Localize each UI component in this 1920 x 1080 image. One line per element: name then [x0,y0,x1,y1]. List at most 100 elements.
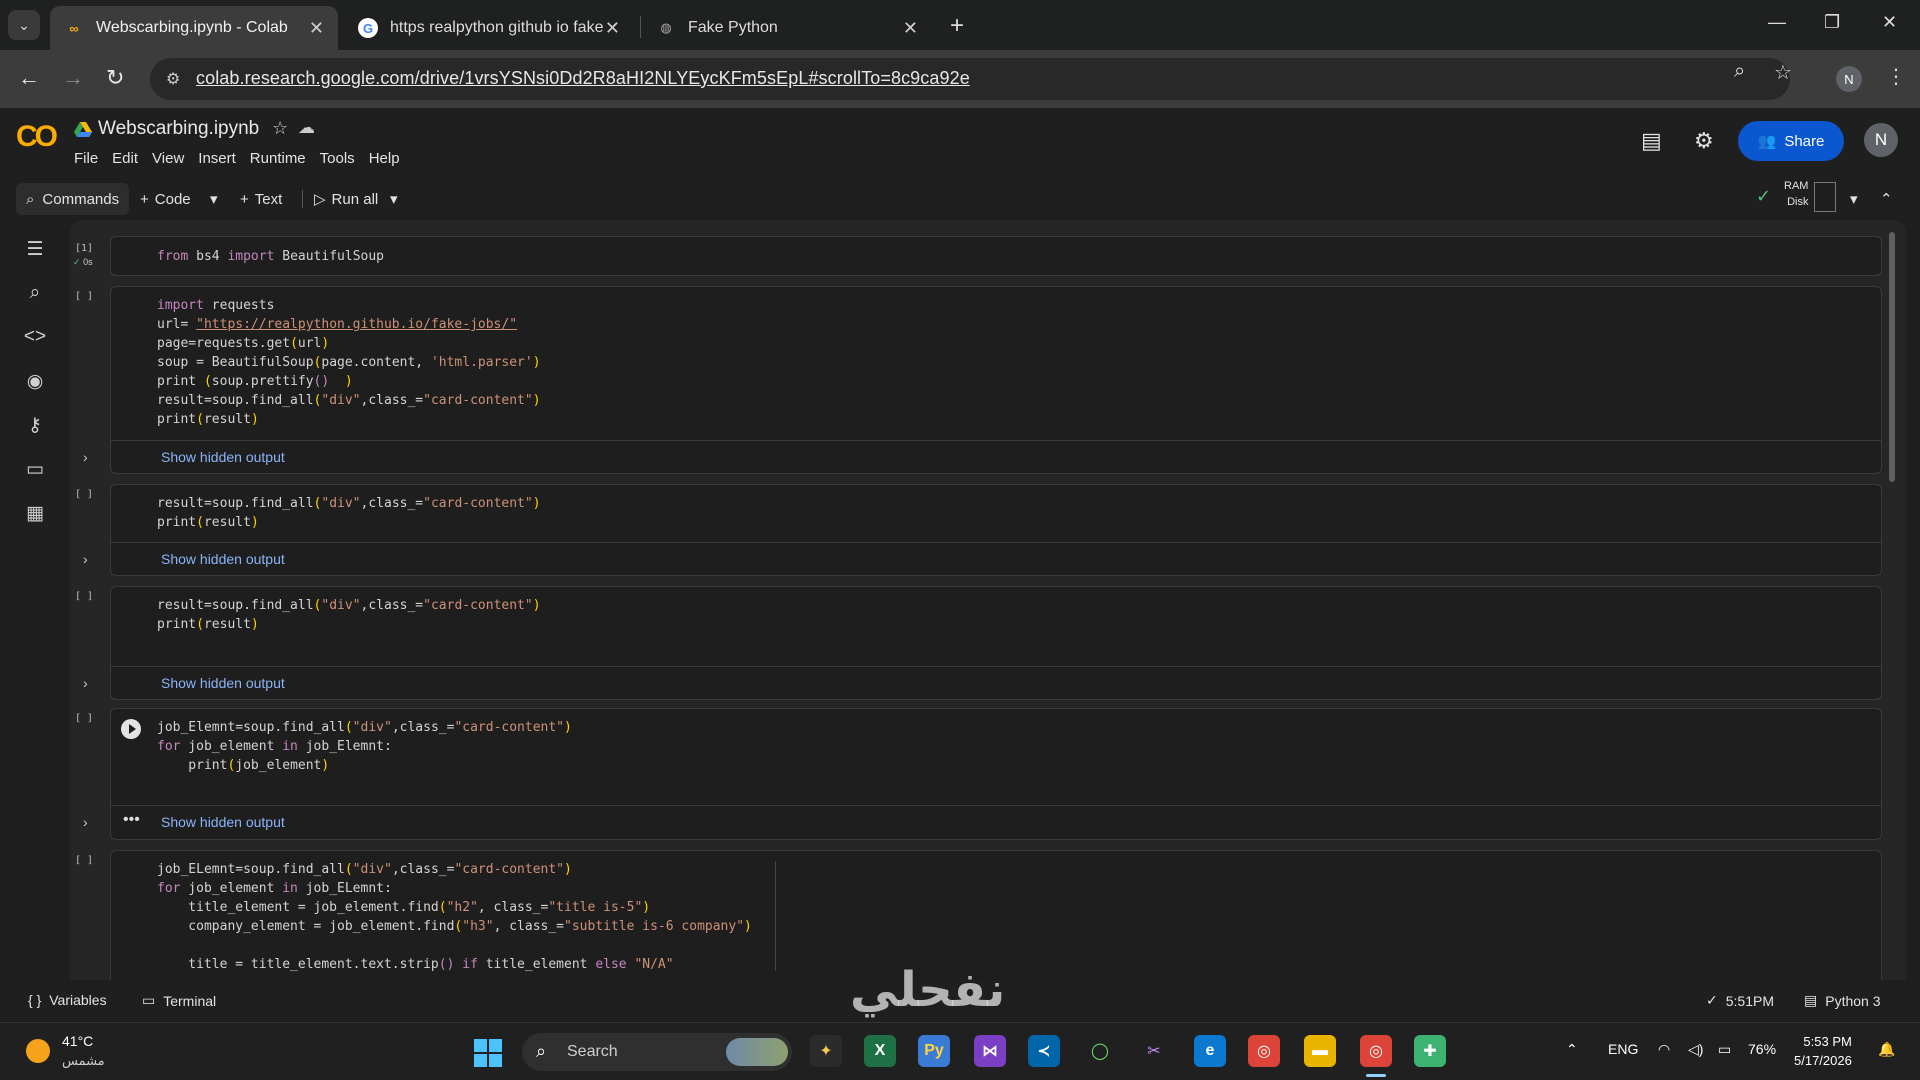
taskbar-search[interactable]: ⌕ Search [522,1033,792,1071]
weather-desc[interactable]: مشمس [62,1053,105,1069]
notification-bell-icon[interactable]: 🔔 [1878,1041,1895,1058]
cell-code[interactable]: result=soup.find_all("div",class_="card-… [157,596,541,634]
snipping-tool-icon[interactable]: ✂ [1138,1035,1170,1067]
site-info-icon[interactable]: ⚙ [166,69,180,89]
menu-edit[interactable]: Edit [112,150,138,167]
toc-icon[interactable]: ☰ [22,236,48,262]
weather-temp[interactable]: 41°C [62,1033,93,1049]
settings-gear-icon[interactable]: ⚙ [1694,128,1714,154]
reload-button[interactable]: ↻ [106,65,124,91]
language-indicator[interactable]: ENG [1608,1041,1638,1057]
green-app-icon[interactable]: ✚ [1414,1035,1446,1067]
cell-code[interactable]: result=soup.find_all("div",class_="card-… [157,494,541,532]
new-tab-button[interactable]: + [950,12,964,40]
system-clock[interactable]: 5:53 PM 5/17/2026 [1794,1032,1852,1070]
collapse-header-icon[interactable]: ⌃ [1880,183,1893,215]
chevron-right-icon[interactable]: › [83,675,88,691]
tab-realpython-search[interactable]: G https realpython github io fake ✕ [344,6,634,50]
close-window-button[interactable]: ✕ [1882,12,1897,33]
run-all-button[interactable]: ▷ Run all [314,183,378,215]
restore-button[interactable]: ❐ [1824,12,1840,33]
sun-icon[interactable] [26,1039,50,1063]
code-dropdown-icon[interactable]: ▾ [210,183,218,215]
add-code-button[interactable]: + Code [140,183,191,215]
chrome-profile-icon[interactable]: ◎ [1360,1035,1392,1067]
menu-view[interactable]: View [152,150,184,167]
comment-icon[interactable]: ▤ [1641,128,1662,154]
terminal-button[interactable]: ▭ Terminal [142,992,216,1009]
zoom-icon[interactable]: ⌕ [1734,60,1745,83]
cell-output-toggle[interactable]: › Show hidden output [83,666,1881,700]
cell-code[interactable]: from bs4 import BeautifulSoup [157,247,384,266]
data-table-icon[interactable]: ▦ [22,500,48,526]
files-folder-icon[interactable]: ▭ [22,456,48,482]
cell-code[interactable]: import requests url= "https://realpython… [157,296,541,429]
bookmark-star-icon[interactable]: ☆ [1774,60,1792,85]
address-bar[interactable]: ⚙ colab.research.google.com/drive/1vrsYS… [150,58,1790,100]
python-icon[interactable]: Py [918,1035,950,1067]
resource-meter[interactable] [1814,182,1836,212]
cell-code[interactable]: job_ELemnt=soup.find_all("div",class_="c… [157,860,752,974]
widgets-app-icon[interactable]: ✦ [810,1035,842,1067]
visual-studio-icon[interactable]: ⋈ [974,1035,1006,1067]
add-text-button[interactable]: + Text [240,183,282,215]
ram-disk-label[interactable]: RAM Disk [1784,178,1808,210]
excel-icon[interactable]: X [864,1035,896,1067]
file-explorer-icon[interactable]: ▬ [1304,1035,1336,1067]
colab-logo[interactable]: CO [16,120,58,154]
secrets-key-icon[interactable]: ⚷ [22,412,48,438]
show-hidden-output-link[interactable]: Show hidden output [161,449,285,465]
chrome-icon[interactable]: ◎ [1248,1035,1280,1067]
close-icon[interactable]: ✕ [605,18,620,39]
star-icon[interactable]: ☆ [272,118,288,139]
variables-button[interactable]: { } Variables [28,992,107,1008]
tray-chevron-icon[interactable]: ⌃ [1566,1041,1578,1058]
cell-code[interactable]: job_Elemnt=soup.find_all("div",class_="c… [157,718,572,775]
variables-inspector-icon[interactable]: ◉ [22,368,48,394]
runtime-type[interactable]: ▤ Python 3 [1804,992,1881,1009]
back-button[interactable]: ← [18,65,40,91]
more-icon[interactable]: ••• [123,811,140,829]
run-all-dropdown-icon[interactable]: ▾ [390,183,398,215]
show-hidden-output-link[interactable]: Show hidden output [161,551,285,567]
code-cell[interactable]: [1] ✓ 0s from bs4 import BeautifulSoup [73,236,1882,276]
drive-icon[interactable] [74,122,92,138]
cell-output-toggle[interactable]: › Show hidden output [83,542,1881,576]
share-button[interactable]: 👥 Share [1738,121,1844,161]
battery-icon[interactable]: ▭ [1718,1041,1731,1058]
code-cell[interactable]: [ ] job_Elemnt=soup.find_all("div",class… [75,708,1882,840]
cloud-save-icon[interactable]: ☁ [298,118,315,138]
volume-icon[interactable]: ◁) [1688,1041,1703,1058]
last-run-status[interactable]: ✓ 5:51PM [1706,992,1774,1009]
minimize-button[interactable]: — [1768,12,1786,33]
wifi-icon[interactable]: ◠ [1658,1041,1670,1058]
url-text[interactable]: colab.research.google.com/drive/1vrsYSNs… [196,68,970,89]
cell-output-toggle[interactable]: › Show hidden output [83,440,1881,474]
chevron-right-icon[interactable]: › [83,551,88,567]
circle-app-icon[interactable]: ◯ [1084,1035,1116,1067]
show-hidden-output-link[interactable]: Show hidden output [161,675,285,691]
cell-output-toggle[interactable]: › ••• Show hidden output [83,805,1881,839]
tab-search-chevron-icon[interactable]: ⌄ [8,10,40,40]
code-cell[interactable]: [ ] result=soup.find_all("div",class_="c… [75,484,1882,576]
code-snippets-icon[interactable]: <> [22,324,48,350]
code-cell[interactable]: [ ] result=soup.find_all("div",class_="c… [75,586,1882,700]
windows-start-icon[interactable] [474,1039,502,1067]
code-cell[interactable]: [ ] import requests url= "https://realpy… [75,286,1882,474]
chevron-right-icon[interactable]: › [83,814,88,830]
tab-fake-python[interactable]: ◍ Fake Python ✕ [642,6,932,50]
menu-help[interactable]: Help [369,150,400,167]
edge-icon[interactable]: e [1194,1035,1226,1067]
profile-avatar[interactable]: N [1836,66,1862,92]
close-icon[interactable]: ✕ [309,18,324,39]
menu-file[interactable]: File [74,150,98,167]
notebook-title[interactable]: Webscarbing.ipynb [98,118,259,140]
chevron-right-icon[interactable]: › [83,449,88,465]
close-icon[interactable]: ✕ [903,18,918,39]
run-cell-button[interactable] [121,719,141,739]
vscode-icon[interactable]: ≺ [1028,1035,1060,1067]
menu-runtime[interactable]: Runtime [250,150,306,167]
runtime-dropdown-icon[interactable]: ▾ [1850,183,1858,215]
forward-button[interactable]: → [62,65,84,91]
battery-percent[interactable]: 76% [1748,1041,1776,1057]
